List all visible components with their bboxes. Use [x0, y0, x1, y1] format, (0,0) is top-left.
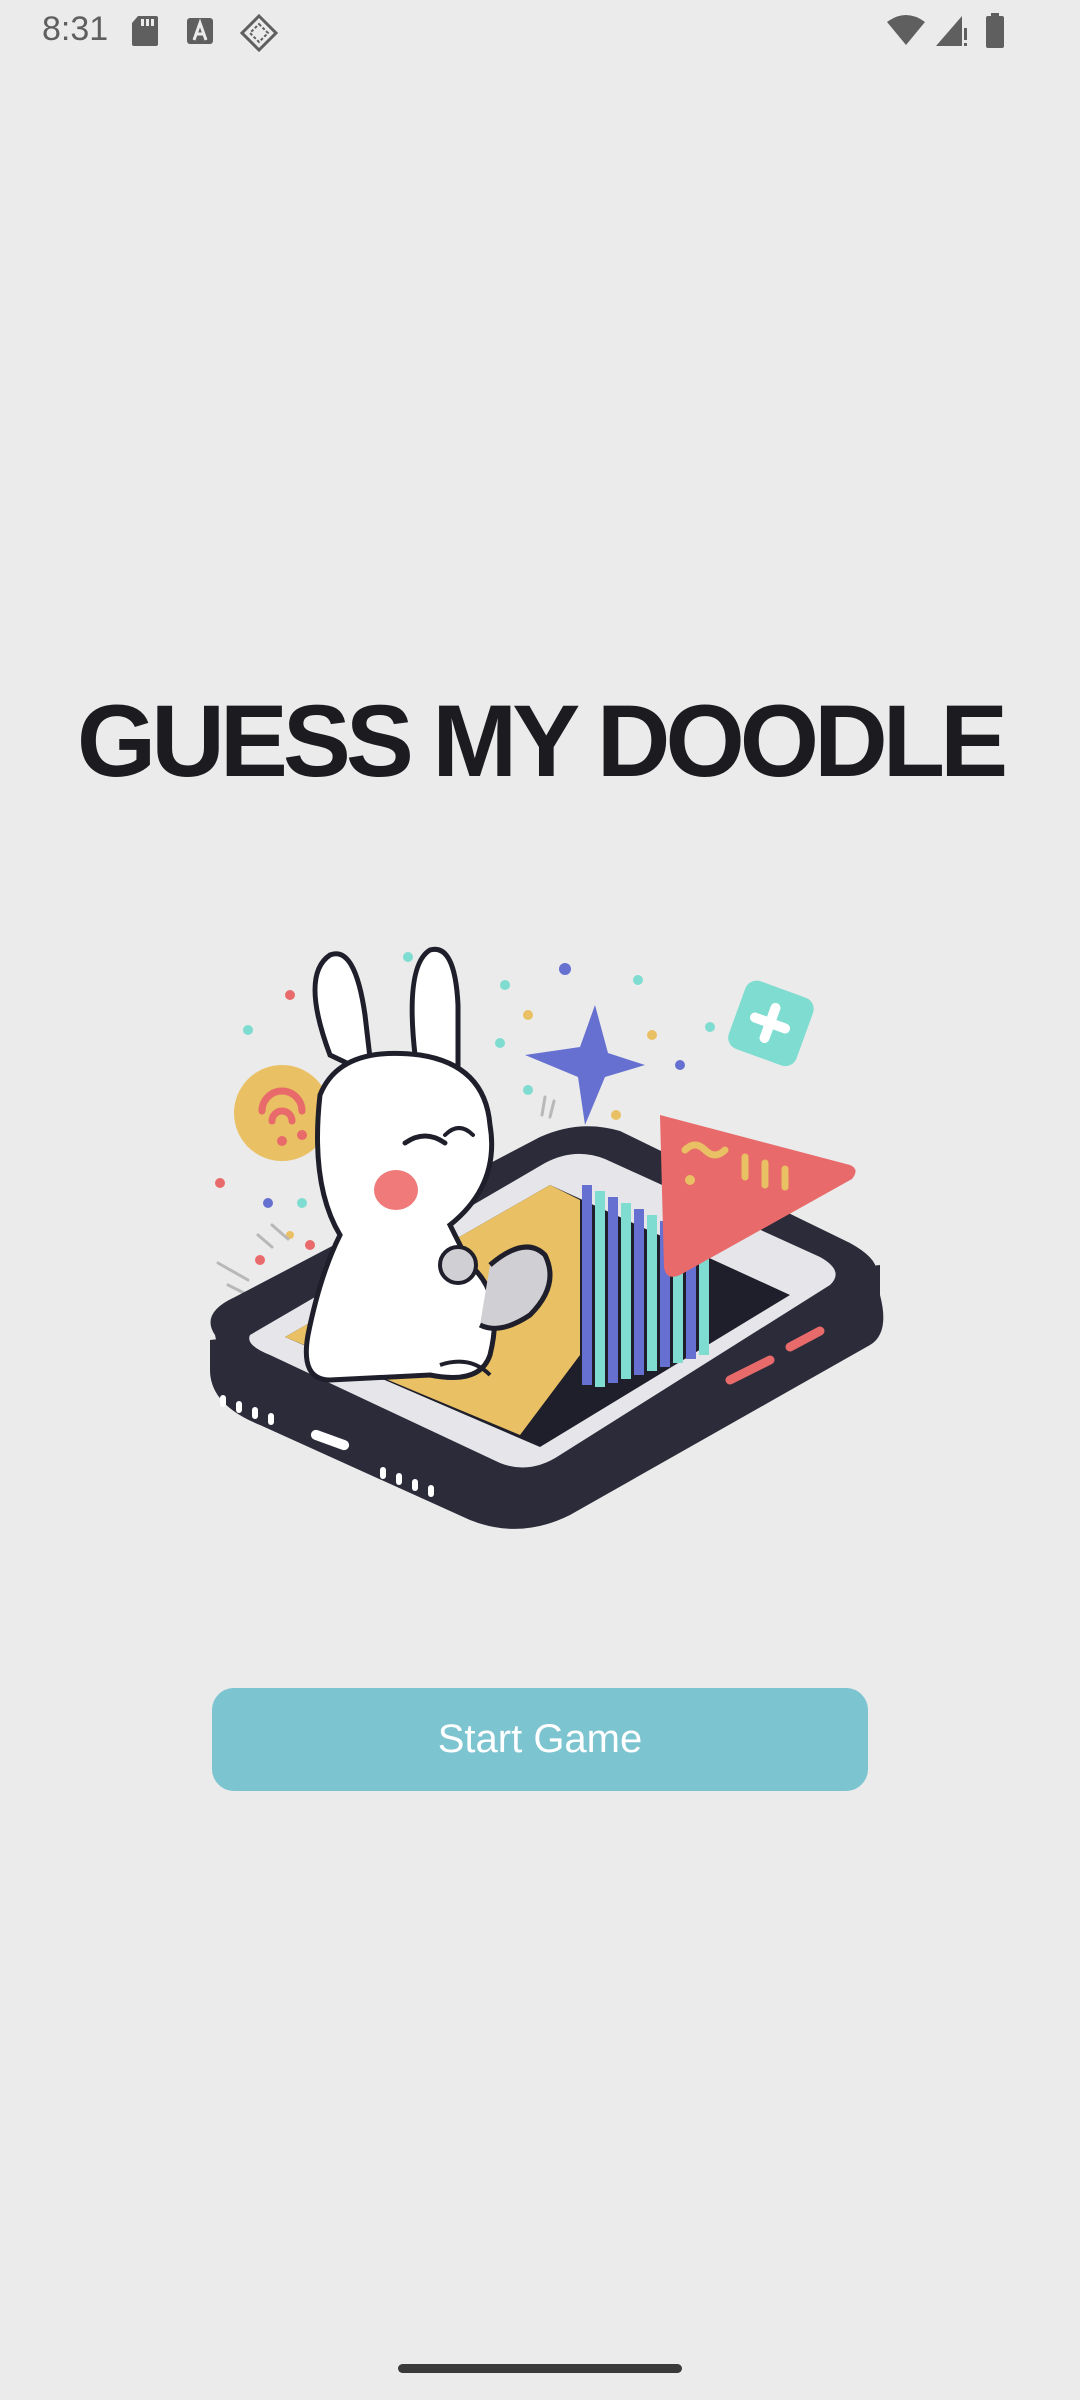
home-indicator[interactable]: [398, 2364, 682, 2373]
status-time: 8:31: [42, 10, 109, 48]
page-title: GUESS MY DOODLE: [76, 684, 1008, 798]
start-game-button[interactable]: Start Game: [212, 1688, 868, 1791]
teal-tile: [728, 980, 814, 1067]
location-diamond-icon: [240, 14, 278, 52]
battery-icon: [986, 13, 1004, 48]
status-bar: 8:31: [0, 0, 1080, 62]
font-a-icon: [187, 18, 213, 44]
cell-signal-icon: [936, 16, 967, 46]
wifi-icon: [887, 15, 925, 45]
sd-card-icon: [132, 16, 158, 46]
bunny-phone-illustration: [210, 946, 884, 1529]
